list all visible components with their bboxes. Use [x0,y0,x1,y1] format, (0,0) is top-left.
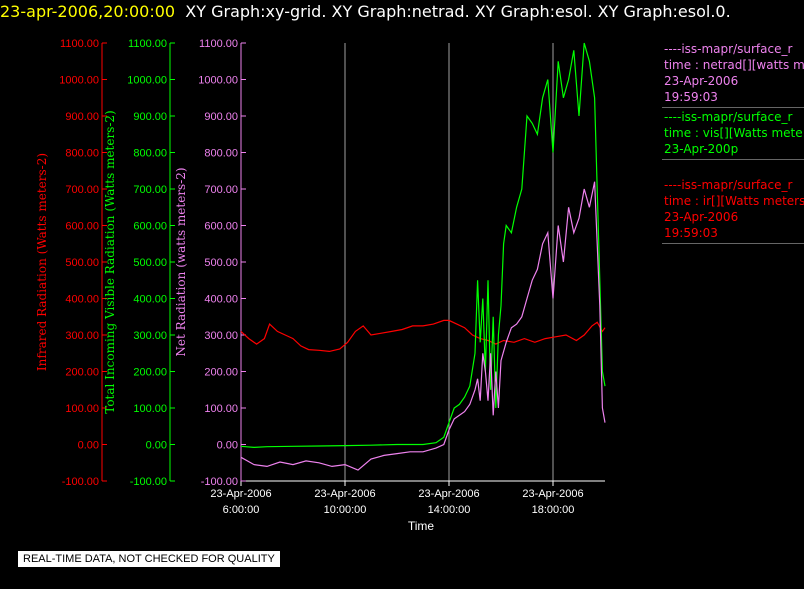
y-tick-label-net: 400.00 [204,294,238,306]
quality-disclaimer: REAL-TIME DATA, NOT CHECKED FOR QUALITY [18,551,280,567]
y-tick-label-vis: 300.00 [133,330,167,342]
series-line-ir [240,319,606,353]
y-tick-label-vis: 900.00 [133,111,167,123]
y-tick-label-vis: 200.00 [133,367,167,379]
y-tick-label-ir: 200.00 [65,367,99,379]
legend-line: time : vis[][Watts mete [664,126,803,140]
y-tick-label-ir: 300.00 [65,330,99,342]
y-tick-label-net: 500.00 [204,257,238,269]
y-tick-label-net: 1100.00 [199,38,238,50]
legend-line: ----iss-mapr/surface_r [664,110,793,124]
y-tick-label-net: 900.00 [204,111,238,123]
series-line-vis [240,42,606,449]
legend-line: ----iss-mapr/surface_r [664,42,793,56]
x-tick-label-date: 23-Apr-2006 [418,488,479,500]
y-tick-label-ir: 1000.00 [59,75,99,87]
x-tick-label-time: 6:00:00 [223,504,260,516]
y-tick-label-vis: 1100.00 [128,38,167,50]
y-tick-label-vis: 0.00 [146,440,167,452]
y-tick-label-ir: 100.00 [65,403,99,415]
x-tick-label-time: 18:00:00 [532,504,575,516]
legend-line: time : ir[][Watts meters [664,194,804,208]
x-tick-label-date: 23-Apr-2006 [210,488,271,500]
y-tick-label-ir: 1100.00 [60,38,99,50]
y-tick-label-net: 100.00 [204,403,238,415]
y-axis-title-net: Net Radiation (watts meters-2) [174,167,188,356]
y-tick-label-ir: 400.00 [65,294,99,306]
legend-line: 19:59:03 [664,226,718,240]
y-tick-label-net: 1000.00 [198,75,238,87]
x-tick-label-date: 23-Apr-2006 [314,488,375,500]
x-axis-title: Time [408,519,435,533]
y-tick-label-ir: 700.00 [65,184,99,196]
y-tick-label-vis: 1000.00 [127,75,167,87]
y-tick-label-net: 800.00 [204,148,238,160]
y-tick-label-net: 700.00 [204,184,238,196]
y-tick-label-vis: 400.00 [133,294,167,306]
x-tick-label-time: 10:00:00 [324,504,367,516]
y-tick-label-ir: -100.00 [62,476,99,488]
legend-line: 23-Apr-2006 [664,74,739,88]
legend-line: 19:59:03 [664,90,718,104]
y-tick-label-net: -100.00 [201,476,238,488]
y-tick-label-net: 0.00 [217,440,238,452]
y-tick-label-vis: 500.00 [133,257,167,269]
x-tick-label-date: 23-Apr-2006 [522,488,583,500]
y-tick-label-vis: -100.00 [130,476,167,488]
y-tick-label-net: 300.00 [204,330,238,342]
y-axis-title-ir: Infrared Radiation (Watts meters-2) [35,153,49,371]
legend-entry: ----iss-mapr/surface_rtime : ir[][Watts … [662,176,804,244]
legend-line: ----iss-mapr/surface_r [664,178,793,192]
y-tick-label-ir: 800.00 [65,148,99,160]
y-tick-label-vis: 800.00 [133,148,167,160]
legend-line: 23-Apr-2006 [664,210,739,224]
y-tick-label-ir: 500.00 [65,257,99,269]
y-tick-label-ir: 900.00 [65,111,99,123]
legend-line: time : netrad[][watts m [664,58,804,72]
y-tick-label-vis: 600.00 [133,221,167,233]
legend-entry: ----iss-mapr/surface_rtime : netrad[][wa… [662,40,804,108]
y-tick-label-vis: 700.00 [133,184,167,196]
y-axis-title-vis: Total Incoming Visible Radiation (Watts … [103,110,117,414]
legend-entry: ----iss-mapr/surface_rtime : vis[][Watts… [662,108,804,160]
legend-line: 23-Apr-200p [664,142,739,156]
legend: ----iss-mapr/surface_rtime : netrad[][wa… [662,40,804,244]
x-tick-label-time: 14:00:00 [428,504,471,516]
y-tick-label-net: 200.00 [204,367,238,379]
y-tick-label-vis: 100.00 [133,403,167,415]
y-tick-label-ir: 600.00 [65,221,99,233]
y-tick-label-ir: 0.00 [78,440,99,452]
y-tick-label-net: 600.00 [204,221,238,233]
